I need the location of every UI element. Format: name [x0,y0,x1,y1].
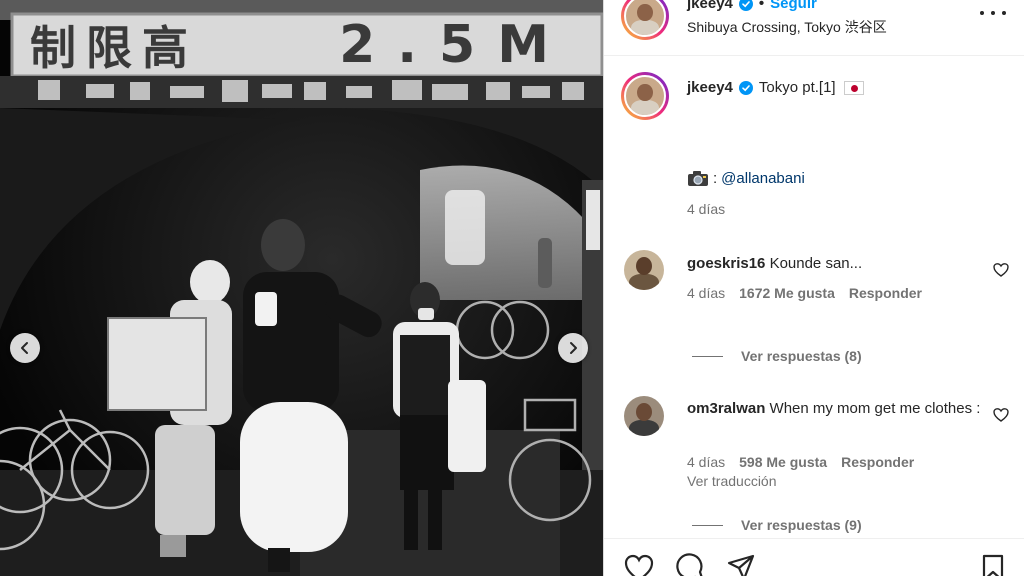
comment-like-heart-icon[interactable] [993,407,1009,423]
author-avatar[interactable] [621,0,669,40]
header-user-row: jkeey4 • Seguir [687,0,817,12]
mention-link[interactable]: @allanabani [721,170,805,187]
post-side-panel: jkeey4 • Seguir Shibuya Crossing, Tokyo … [603,0,1024,576]
camera-icon [688,171,708,186]
comment-icon[interactable] [676,553,706,576]
comment-avatar[interactable] [624,250,664,290]
view-replies-button[interactable]: Ver respuestas (9) [692,517,862,533]
sign-kanji: 制限高 [30,21,198,75]
comment-username[interactable]: goeskris16 [687,255,765,272]
heart-icon[interactable] [624,553,654,576]
see-translation-button[interactable]: Ver traducción [687,473,777,489]
comment-meta: 4 días 1672 Me gusta Responder [687,285,922,301]
caption-timestamp[interactable]: 4 días [687,201,725,217]
chevron-right-icon [570,342,577,354]
comment-body: om3ralwan When my mom get me clothes : [687,397,987,420]
reply-button[interactable]: Responder [841,454,914,470]
verified-badge-icon [738,80,753,95]
comment-username[interactable]: om3ralwan [687,400,765,417]
comment-likes[interactable]: 1672 Me gusta [739,285,835,301]
height-limit-sign: 制限高 2.5M [14,14,599,76]
chevron-left-icon [21,342,28,354]
caption-line: jkeey4 Tokyo pt.[1] [687,79,864,96]
comment-time[interactable]: 4 días [687,285,725,301]
comment-time[interactable]: 4 días [687,454,725,470]
more-horizontal-icon [980,11,984,15]
location-link[interactable]: Shibuya Crossing, Tokyo 渋谷区 [687,17,887,37]
view-replies-button[interactable]: Ver respuestas (8) [692,348,862,364]
view-replies-label: Ver respuestas (9) [741,517,862,533]
comment-avatar[interactable] [624,396,664,436]
more-options-button[interactable] [980,4,1006,22]
previous-photo-button[interactable] [10,333,40,363]
japan-flag-icon [843,80,864,95]
header-username[interactable]: jkeey4 [687,0,733,12]
comment-likes[interactable]: 598 Me gusta [739,454,827,470]
post-photo[interactable]: 制限高 2.5M [0,0,603,576]
comment-like-heart-icon[interactable] [993,262,1009,278]
header-separator: • [758,0,765,12]
comment-text: Kounde san... [769,255,863,272]
replies-divider [692,524,723,526]
sign-height-value: 2.5M [339,15,571,75]
street-photo-illustration [0,0,603,576]
view-replies-label: Ver respuestas (8) [741,348,862,364]
replies-divider [692,355,723,357]
post-header: jkeey4 • Seguir Shibuya Crossing, Tokyo … [604,0,1024,56]
next-photo-button[interactable] [558,333,588,363]
credit-separator: : [713,170,718,187]
comment-body: goeskris16 Kounde san... [687,252,987,275]
reply-button[interactable]: Responder [849,285,922,301]
caption-avatar[interactable] [621,72,669,120]
follow-button[interactable]: Seguir [770,0,817,12]
verified-badge-icon [738,0,753,11]
comment-text: When my mom get me clothes : [769,400,981,417]
bookmark-icon[interactable] [978,553,1008,576]
photo-credit: : @allanabani [687,170,805,187]
post-action-bar [604,538,1024,576]
caption-text: Tokyo pt.[1] [758,79,836,96]
share-icon[interactable] [726,553,756,576]
caption-username[interactable]: jkeey4 [687,79,733,96]
comment-meta: 4 días 598 Me gusta Responder [687,454,914,470]
